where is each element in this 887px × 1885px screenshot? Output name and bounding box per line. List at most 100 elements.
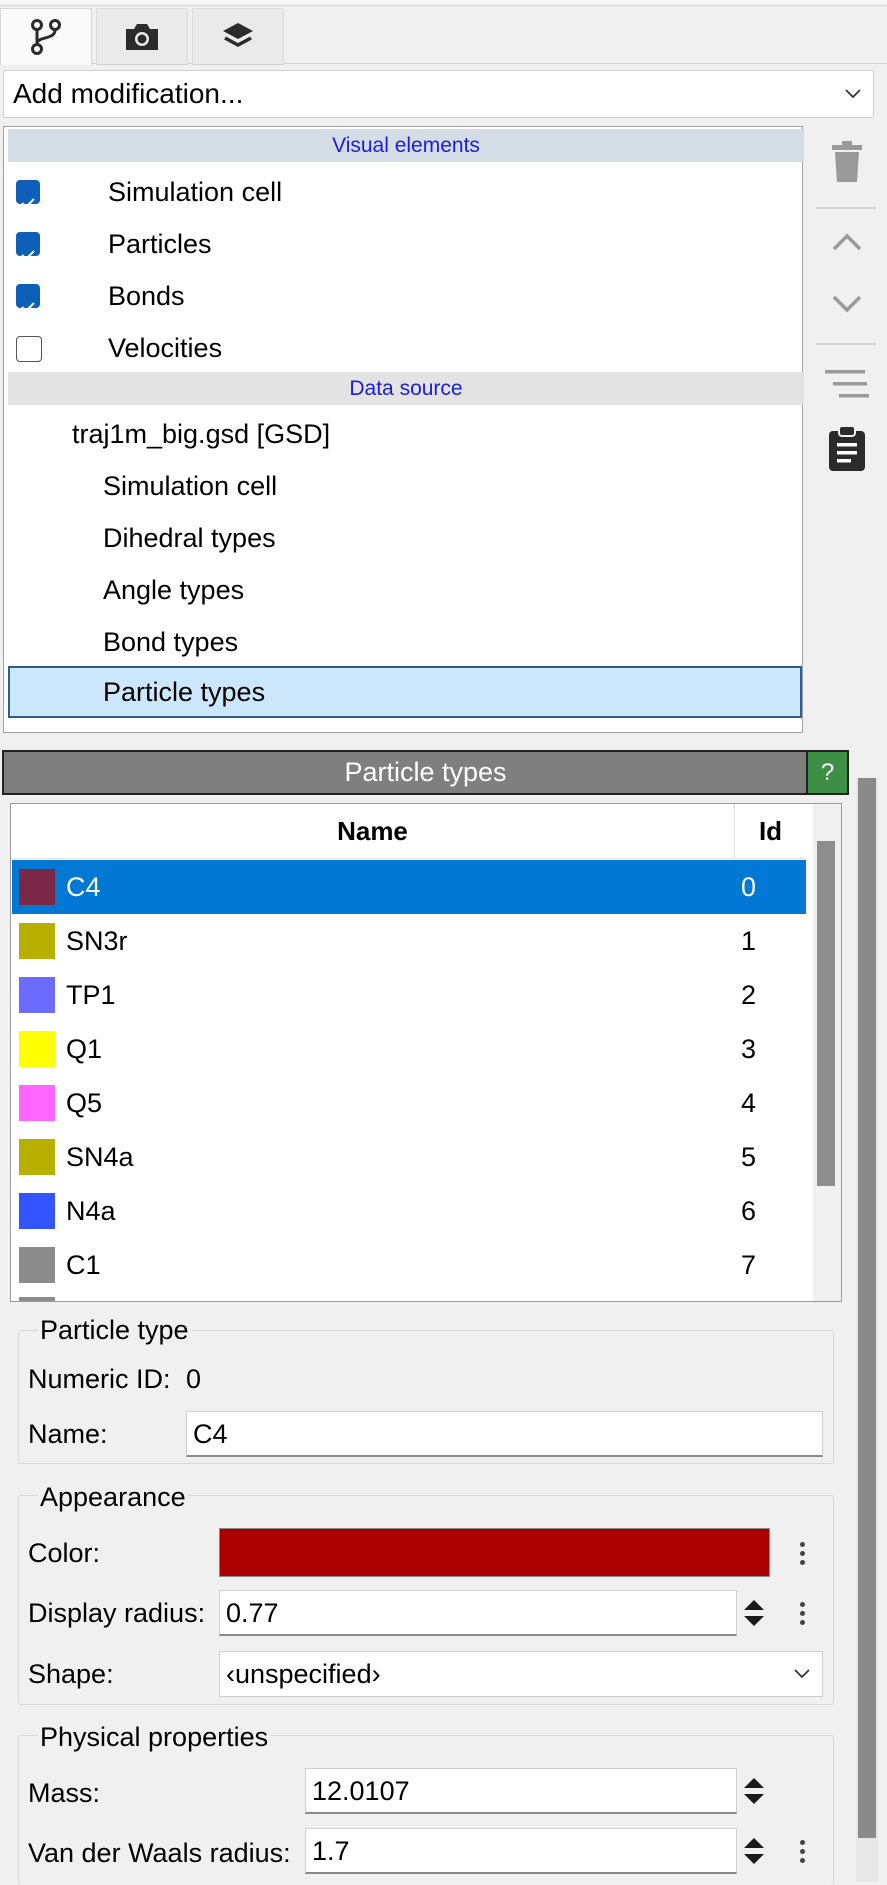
move-down-button[interactable]	[812, 284, 882, 324]
pipeline-branch-icon	[31, 19, 61, 55]
display-radius-field[interactable]: 0.77	[219, 1590, 737, 1636]
chevron-down-icon	[845, 71, 861, 117]
row-id: 4	[741, 1088, 757, 1118]
side-separator	[816, 207, 876, 209]
tab-overlays[interactable]	[192, 8, 284, 65]
spin-down-icon[interactable]	[743, 1615, 765, 1627]
data-source-file[interactable]: traj1m_big.gsd [GSD]	[10, 408, 802, 460]
spin-up-icon[interactable]	[743, 1599, 765, 1611]
partial-row-swatch	[19, 1297, 55, 1301]
particle-types-table[interactable]: Name Id C4 0 SN3r 1 TP1 2 Q1 3 Q5 4 SN4a…	[10, 803, 842, 1302]
checkbox-checked-icon[interactable]	[16, 232, 40, 261]
vdw-radius-spinner[interactable]	[739, 1828, 769, 1874]
panel-scrollbar-thumb[interactable]	[858, 778, 876, 1838]
name-field[interactable]: C4	[186, 1411, 823, 1457]
spin-down-icon[interactable]	[743, 1853, 765, 1865]
pipeline-editor-list[interactable]: Visual elements Simulation cell Particle…	[3, 126, 804, 733]
table-row[interactable]: Q1 3	[12, 1022, 806, 1076]
row-name: SN3r	[66, 926, 128, 956]
clipboard-button[interactable]	[812, 424, 882, 474]
row-id: 6	[741, 1196, 757, 1226]
row-name: C1	[66, 1250, 101, 1280]
visual-item-bonds[interactable]: Bonds	[10, 270, 802, 322]
row-id: 7	[741, 1250, 757, 1280]
visual-item-label: Particles	[108, 229, 212, 259]
data-item-dihedral-types[interactable]: Dihedral types	[10, 512, 802, 564]
visual-item-simulation-cell[interactable]: Simulation cell	[10, 166, 802, 218]
more-options-icon[interactable]	[792, 1600, 812, 1626]
camera-icon	[126, 23, 158, 50]
numeric-id-label: Numeric ID:	[28, 1364, 171, 1394]
table-row[interactable]: SN3r 1	[12, 914, 806, 968]
spin-down-icon[interactable]	[743, 1793, 765, 1805]
row-name: N4a	[66, 1196, 116, 1226]
vdw-radius-field[interactable]: 1.7	[305, 1828, 737, 1874]
color-swatch	[19, 977, 55, 1013]
move-down-icon	[832, 295, 862, 313]
visual-elements-header: Visual elements	[8, 129, 804, 162]
color-swatch	[19, 1247, 55, 1283]
tab-pipeline[interactable]	[0, 8, 92, 65]
data-item-label: Particle types	[103, 677, 266, 707]
column-header-name[interactable]: Name	[11, 804, 734, 859]
visual-item-label: Simulation cell	[108, 177, 283, 207]
color-swatch	[19, 869, 55, 905]
checkbox-unchecked-icon[interactable]	[16, 336, 42, 362]
add-modification-dropdown[interactable]: Add modification...	[3, 70, 874, 118]
help-button[interactable]: ?	[806, 750, 849, 795]
move-up-icon	[832, 233, 862, 251]
data-item-simulation-cell[interactable]: Simulation cell	[10, 460, 802, 512]
visual-item-label: Bonds	[108, 281, 185, 311]
vdw-radius-label: Van der Waals radius:	[28, 1838, 291, 1868]
appearance-group-title: Appearance	[38, 1482, 188, 1513]
spin-up-icon[interactable]	[743, 1777, 765, 1789]
delete-button[interactable]	[812, 136, 882, 188]
checkbox-checked-icon[interactable]	[16, 284, 40, 313]
tab-render[interactable]	[96, 8, 188, 65]
name-label: Name:	[28, 1419, 108, 1449]
tab-bar	[0, 0, 887, 65]
table-row[interactable]: Q5 4	[12, 1076, 806, 1130]
mass-field[interactable]: 12.0107	[305, 1768, 737, 1814]
mass-spinner[interactable]	[739, 1768, 769, 1814]
row-id: 1	[741, 926, 757, 956]
manage-pipeline-button[interactable]	[812, 364, 882, 404]
color-swatch	[19, 1193, 55, 1229]
data-item-angle-types[interactable]: Angle types	[10, 564, 802, 616]
data-item-label: Bond types	[103, 627, 239, 657]
data-item-label: Simulation cell	[103, 471, 278, 501]
visual-item-particles[interactable]: Particles	[10, 218, 802, 270]
window-top-strip	[0, 0, 887, 6]
table-row[interactable]: N4a 6	[12, 1184, 806, 1238]
spin-up-icon[interactable]	[743, 1837, 765, 1849]
visual-item-velocities[interactable]: Velocities	[10, 322, 802, 374]
row-id: 0	[741, 872, 757, 902]
clipboard-icon	[829, 426, 865, 471]
manage-pipeline-icon	[825, 370, 869, 398]
checkbox-checked-icon[interactable]	[16, 180, 40, 209]
color-picker-button[interactable]	[219, 1528, 770, 1577]
table-row[interactable]: C4 0	[12, 860, 806, 914]
add-modification-label: Add modification...	[13, 78, 244, 109]
more-options-icon[interactable]	[792, 1838, 812, 1864]
table-row[interactable]: SN4a 5	[12, 1130, 806, 1184]
more-options-icon[interactable]	[792, 1540, 812, 1566]
data-item-label: Angle types	[103, 575, 245, 605]
physical-properties-group-title: Physical properties	[38, 1722, 271, 1753]
data-item-bond-types[interactable]: Bond types	[10, 616, 802, 668]
visual-item-label: Velocities	[108, 333, 223, 363]
display-radius-spinner[interactable]	[739, 1590, 769, 1636]
shape-dropdown[interactable]: ‹unspecified›	[219, 1651, 823, 1697]
row-name: SN4a	[66, 1142, 134, 1172]
column-header-id[interactable]: Id	[734, 804, 806, 859]
row-name: C4	[66, 872, 101, 902]
data-item-particle-types[interactable]: Particle types	[8, 666, 802, 718]
side-separator	[816, 343, 876, 345]
table-scrollbar-thumb[interactable]	[817, 841, 835, 1186]
row-name: Q5	[66, 1088, 103, 1118]
table-row[interactable]: TP1 2	[12, 968, 806, 1022]
color-label: Color:	[28, 1538, 101, 1568]
panel-title: Particle types	[2, 750, 849, 795]
table-row[interactable]: C1 7	[12, 1238, 806, 1292]
move-up-button[interactable]	[812, 222, 882, 262]
